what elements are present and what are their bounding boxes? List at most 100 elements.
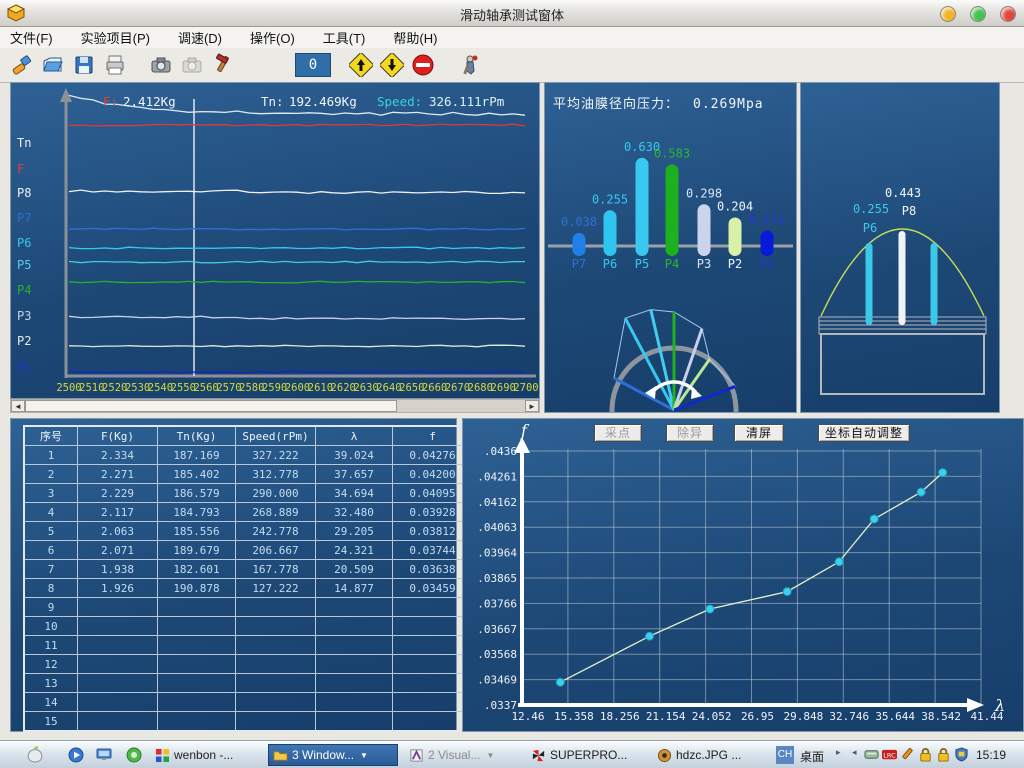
tray-lock2-icon[interactable] — [936, 747, 952, 763]
print-button[interactable] — [101, 51, 129, 79]
svg-text:.0436: .0436 — [484, 445, 517, 458]
svg-text:Speed:: Speed: — [377, 94, 422, 109]
lock-icon — [918, 747, 933, 762]
col-header-0: 序号 — [24, 426, 78, 446]
quicklaunch-player-icon[interactable] — [68, 747, 84, 763]
cell-r9-c1 — [78, 598, 158, 617]
taskbar-button-0[interactable]: wenbon -... — [150, 744, 262, 766]
tray-scanner-icon[interactable] — [864, 747, 880, 763]
table-row[interactable]: 81.926190.878127.22214.8770.03459 — [24, 579, 473, 598]
taskbar-button-1[interactable]: 3 Window...▼ — [268, 744, 398, 766]
speed-up-button[interactable] — [347, 51, 375, 79]
cell-r2-c3: 312.778 — [236, 465, 316, 484]
cell-r4-c0: 4 — [24, 503, 78, 522]
table-row[interactable]: 42.117184.793268.88932.4800.03928 — [24, 503, 473, 522]
cell-r4-c3: 268.889 — [236, 503, 316, 522]
svg-text:2530: 2530 — [125, 382, 150, 394]
capture-button[interactable] — [147, 51, 175, 79]
tray-pen-icon[interactable] — [900, 747, 916, 763]
start-button[interactable] — [26, 745, 42, 761]
trend-hscrollbar[interactable]: ◄ ► — [10, 399, 540, 413]
maximize-button[interactable] — [970, 6, 986, 22]
speed-down-button[interactable] — [378, 51, 406, 79]
svg-text:P7: P7 — [572, 257, 586, 271]
quicklaunch-display-icon[interactable] — [96, 747, 112, 763]
scroll-thumb[interactable] — [25, 400, 397, 412]
chart-button-2[interactable]: 清屏 — [734, 424, 784, 442]
desktop-toolbar[interactable]: 桌面 — [800, 748, 824, 765]
table-row[interactable]: 10 — [24, 617, 473, 636]
menu-item-4[interactable]: 工具(T) — [313, 26, 376, 49]
svg-text:2610: 2610 — [308, 382, 333, 394]
chart-button-1: 除异 — [666, 424, 714, 442]
stop-button[interactable] — [409, 51, 437, 79]
table-row[interactable]: 11 — [24, 636, 473, 655]
hammer-button[interactable] — [209, 51, 237, 79]
menu-item-0[interactable]: 文件(F) — [0, 26, 63, 49]
scroll-right-icon[interactable]: ► — [525, 400, 539, 412]
menu-item-5[interactable]: 帮助(H) — [383, 26, 447, 49]
svg-text:f: f — [520, 421, 530, 440]
brush-button[interactable] — [8, 51, 36, 79]
taskbar-button-4[interactable]: hdzc.JPG ... — [652, 744, 772, 766]
expand-left-icon[interactable]: ◂ — [852, 747, 857, 758]
capture-icon — [149, 53, 173, 77]
svg-text:12.46: 12.46 — [511, 710, 544, 723]
menu-item-1[interactable]: 实验项目(P) — [71, 26, 160, 49]
cell-r6-c4: 24.321 — [316, 541, 393, 560]
table-row[interactable]: 32.229186.579290.00034.6940.04095 — [24, 484, 473, 503]
taskbar-button-2[interactable]: 2 Visual...▼ — [404, 744, 530, 766]
apple-icon — [26, 745, 44, 763]
open-folder-button[interactable] — [39, 51, 67, 79]
table-row[interactable]: 62.071189.679206.66724.3210.03744 — [24, 541, 473, 560]
table-row[interactable]: 52.063185.556242.77829.2050.03812 — [24, 522, 473, 541]
expand-right-icon[interactable]: ▸ — [836, 747, 841, 758]
pen-icon — [900, 747, 915, 762]
taskbar-button-3[interactable]: SUPERPRO... — [526, 744, 646, 766]
table-row[interactable]: 15 — [24, 712, 473, 732]
cell-r13-c2 — [158, 674, 236, 693]
svg-text:P1: P1 — [760, 257, 774, 271]
cell-r12-c0: 12 — [24, 655, 78, 674]
table-row[interactable]: 9 — [24, 598, 473, 617]
language-indicator[interactable]: CH — [776, 746, 794, 764]
worker-button[interactable] — [457, 51, 485, 79]
table-row[interactable]: 13 — [24, 674, 473, 693]
tray-lrc-icon[interactable]: LRC — [882, 747, 898, 763]
table-row[interactable]: 22.271185.402312.77837.6570.04200 — [24, 465, 473, 484]
flambda-panel: .0436.04261.04162.04063.03964.03865.0376… — [462, 418, 1024, 732]
table-row[interactable]: 71.938182.601167.77820.5090.03638 — [24, 560, 473, 579]
close-button[interactable] — [1000, 6, 1016, 22]
chart-button-3[interactable]: 坐标自动调整 — [818, 424, 910, 442]
svg-text:P7: P7 — [17, 211, 31, 225]
save-button[interactable] — [70, 51, 98, 79]
svg-text:LRC: LRC — [883, 751, 896, 759]
svg-text:.03964: .03964 — [477, 547, 517, 560]
svg-text:0.111: 0.111 — [749, 212, 785, 226]
menu-item-2[interactable]: 调速(D) — [168, 26, 232, 49]
scroll-left-icon[interactable]: ◄ — [11, 400, 25, 412]
cell-r6-c3: 206.667 — [236, 541, 316, 560]
cell-r10-c3 — [236, 617, 316, 636]
minimize-button[interactable] — [940, 6, 956, 22]
svg-text:0.298: 0.298 — [686, 186, 722, 200]
cell-r7-c3: 167.778 — [236, 560, 316, 579]
svg-text:0.255: 0.255 — [592, 192, 628, 206]
table-row[interactable]: 12 — [24, 655, 473, 674]
tray-shield-icon[interactable] — [954, 747, 970, 763]
table-row[interactable]: 14 — [24, 693, 473, 712]
capture-disabled-button[interactable] — [178, 51, 206, 79]
menu-item-3[interactable]: 操作(O) — [240, 26, 305, 49]
tray-lock-icon[interactable] — [918, 747, 934, 763]
cell-r8-c4: 14.877 — [316, 579, 393, 598]
svg-text:P3: P3 — [697, 257, 711, 271]
cell-r8-c1: 1.926 — [78, 579, 158, 598]
cell-r7-c5: 0.03638 — [393, 560, 474, 579]
quicklaunch-messenger-icon[interactable] — [126, 747, 142, 763]
cell-r4-c5: 0.03928 — [393, 503, 474, 522]
table-row[interactable]: 12.334187.169327.22239.0240.04276 — [24, 446, 473, 465]
open-folder-icon — [41, 53, 65, 77]
cell-r13-c5 — [393, 674, 474, 693]
svg-text:.03865: .03865 — [477, 572, 517, 585]
pressure-panel: 平均油膜径向压力：0.269Mpa 0.038P70.255P60.630P50… — [544, 82, 797, 413]
